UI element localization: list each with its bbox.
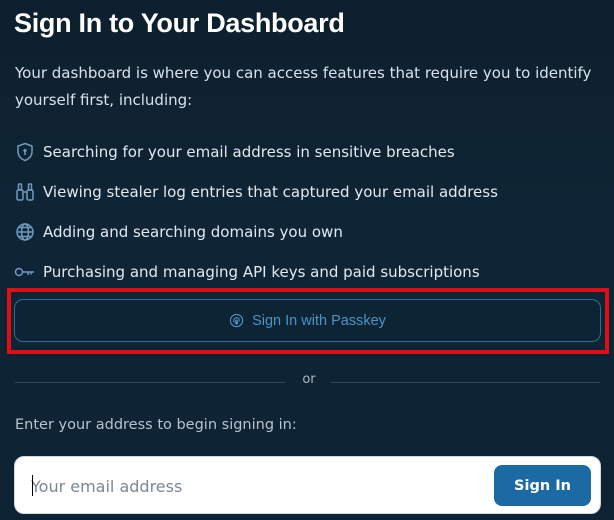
feature-text: Purchasing and managing API keys and pai… xyxy=(43,263,480,281)
email-prompt: Enter your address to begin signing in: xyxy=(15,417,297,433)
passkey-button-label: Sign In with Passkey xyxy=(252,312,386,329)
divider-label: or xyxy=(302,372,316,387)
globe-icon xyxy=(14,221,36,243)
email-input[interactable] xyxy=(31,471,481,501)
email-form: Sign In xyxy=(14,456,601,514)
feature-item-api-keys: Purchasing and managing API keys and pai… xyxy=(14,252,604,292)
feature-text: Searching for your email address in sens… xyxy=(43,143,455,161)
feature-list: Searching for your email address in sens… xyxy=(14,132,604,292)
fingerprint-icon xyxy=(229,313,244,328)
page-title: Sign In to Your Dashboard xyxy=(14,8,345,38)
key-icon xyxy=(14,261,36,283)
intro-text: Your dashboard is where you can access f… xyxy=(15,64,592,109)
feature-item-stealer-logs: Viewing stealer log entries that capture… xyxy=(14,172,604,212)
binoculars-icon xyxy=(14,181,36,203)
feature-text: Viewing stealer log entries that capture… xyxy=(43,183,498,201)
or-divider: or xyxy=(15,372,600,387)
feature-item-domains: Adding and searching domains you own xyxy=(14,212,604,252)
divider-line-left xyxy=(15,382,285,383)
divider-line-right xyxy=(331,382,600,383)
feature-text: Adding and searching domains you own xyxy=(43,223,343,241)
shield-icon xyxy=(14,141,36,163)
passkey-signin-button[interactable]: Sign In with Passkey xyxy=(14,299,601,342)
feature-item-breaches: Searching for your email address in sens… xyxy=(14,132,604,172)
text-caret xyxy=(32,475,33,496)
signin-button[interactable]: Sign In xyxy=(494,465,591,506)
